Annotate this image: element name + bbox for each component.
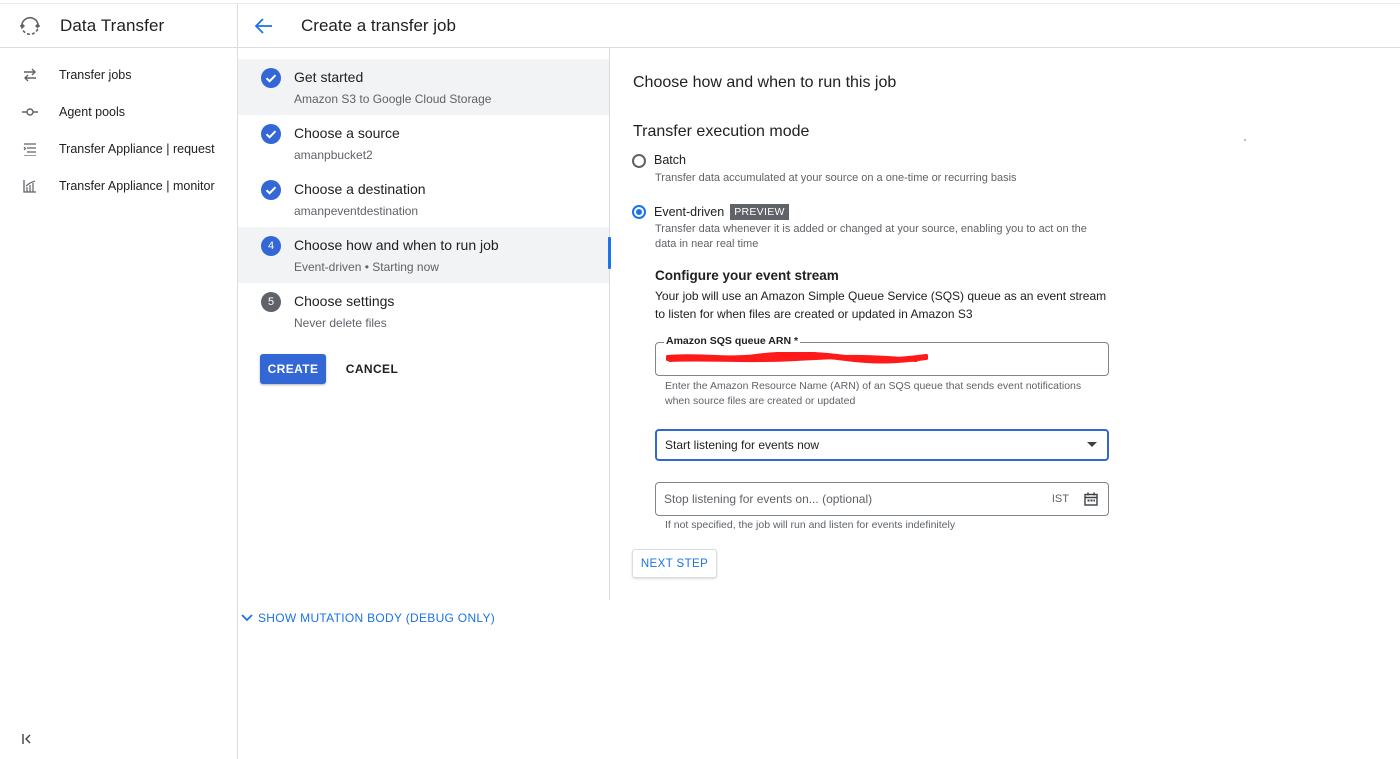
step-subtitle: amanpbucket2 (294, 148, 373, 162)
preview-badge: PREVIEW (730, 204, 789, 220)
nav-item-label: Agent pools (59, 104, 126, 119)
sqs-arn-label: Amazon SQS queue ARN * (664, 335, 801, 347)
execution-mode-heading: Transfer execution mode (633, 123, 810, 140)
stop-listening-helper: If not specified, the job will run and l… (665, 519, 956, 531)
step-title: Choose settings (294, 293, 395, 309)
nav-item-appliance-monitor[interactable]: Transfer Appliance | monitor (0, 167, 237, 204)
dropdown-caret-icon (1087, 442, 1097, 447)
collapse-sidebar-icon[interactable] (22, 733, 34, 747)
step-title: Choose a source (294, 125, 400, 141)
page-header: Create a transfer job (238, 4, 1400, 48)
page-title: Create a transfer job (301, 15, 456, 35)
nav-list: Transfer jobs Agent pools Transfer Appli… (0, 48, 237, 204)
date-placeholder: Stop listening for events on... (optiona… (664, 492, 873, 506)
create-button[interactable]: CREATE (260, 354, 326, 384)
nav-item-agent-pools[interactable]: Agent pools (0, 93, 237, 130)
step-choose-source[interactable]: Choose a source amanpbucket2 (238, 115, 609, 171)
step-number-badge: 4 (261, 236, 281, 256)
radio-batch[interactable]: Batch (632, 153, 686, 168)
step-title: Choose how and when to run job (294, 237, 499, 253)
debug-label: SHOW MUTATION BODY (DEBUG ONLY) (258, 611, 496, 625)
stop-listening-date-input[interactable]: Stop listening for events on... (optiona… (655, 482, 1109, 516)
stray-pixel (1244, 139, 1246, 141)
nav-item-appliance-request[interactable]: Transfer Appliance | request (0, 130, 237, 167)
show-mutation-body-toggle[interactable]: SHOW MUTATION BODY (DEBUG ONLY) (240, 611, 495, 625)
side-nav: Data Transfer Transfer jobs Agent pools … (0, 4, 238, 759)
app-title: Data Transfer (60, 15, 165, 35)
radio-label: Event-driven PREVIEW (654, 204, 789, 220)
brand: Data Transfer (0, 4, 237, 48)
nav-item-label: Transfer jobs (59, 67, 132, 82)
check-circle-icon (261, 180, 281, 200)
step-choose-settings[interactable]: 5 Choose settings Never delete files (238, 283, 609, 339)
nav-item-label: Transfer Appliance | request (59, 141, 215, 156)
monitor-chart-icon (22, 178, 38, 194)
radio-label: Batch (654, 153, 686, 167)
radio-button-selected[interactable] (632, 205, 646, 219)
check-circle-icon (261, 68, 281, 88)
next-step-button[interactable]: NEXT STEP (632, 549, 717, 578)
calendar-icon[interactable] (1084, 492, 1098, 506)
step-subtitle: Never delete files (294, 316, 387, 330)
redaction-scribble (666, 352, 928, 364)
arrow-back-icon[interactable] (255, 16, 275, 36)
sqs-arn-helper: Enter the Amazon Resource Name (ARN) of … (665, 380, 1082, 407)
run-job-form: Choose how and when to run this job Tran… (611, 48, 1400, 600)
start-listening-select[interactable]: Start listening for events now (655, 429, 1109, 461)
batch-description: Transfer data accumulated at your source… (655, 172, 1017, 184)
select-value: Start listening for events now (665, 438, 820, 452)
nav-item-label: Transfer Appliance | monitor (59, 178, 215, 193)
step-title: Choose a destination (294, 181, 426, 197)
step-subtitle: Event-driven • Starting now (294, 260, 439, 274)
data-transfer-logo-icon (20, 16, 40, 35)
step-run-job[interactable]: 4 Choose how and when to run job Event-d… (238, 227, 611, 283)
step-title: Get started (294, 69, 364, 85)
form-heading: Choose how and when to run this job (633, 74, 897, 91)
radio-button[interactable] (632, 154, 646, 168)
transfer-arrows-icon (22, 67, 38, 83)
step-subtitle: Amazon S3 to Google Cloud Storage (294, 92, 492, 106)
step-choose-destination[interactable]: Choose a destination amanpeventdestinati… (238, 171, 609, 227)
sqs-arn-input[interactable]: Amazon SQS queue ARN * (655, 335, 1109, 376)
step-subtitle: amanpeventdestination (294, 204, 419, 218)
radio-event-driven[interactable]: Event-driven PREVIEW (632, 204, 789, 220)
event-stream-heading: Configure your event stream (655, 268, 839, 283)
cancel-button[interactable]: CANCEL (342, 354, 402, 384)
event-driven-description: Transfer data whenever it is added or ch… (655, 223, 1087, 250)
timezone-label: IST (1051, 493, 1069, 505)
check-circle-icon (261, 124, 281, 144)
agent-pool-icon (22, 104, 38, 120)
event-stream-description: Your job will use an Amazon Simple Queue… (655, 289, 1107, 321)
nav-item-transfer-jobs[interactable]: Transfer jobs (0, 56, 237, 93)
stepper: Get started Amazon S3 to Google Cloud St… (238, 48, 611, 600)
list-request-icon (22, 141, 38, 157)
event-driven-label: Event-driven (654, 205, 725, 219)
step-number-badge: 5 (261, 292, 281, 312)
step-get-started[interactable]: Get started Amazon S3 to Google Cloud St… (238, 59, 609, 115)
chevron-down-icon (241, 614, 253, 622)
